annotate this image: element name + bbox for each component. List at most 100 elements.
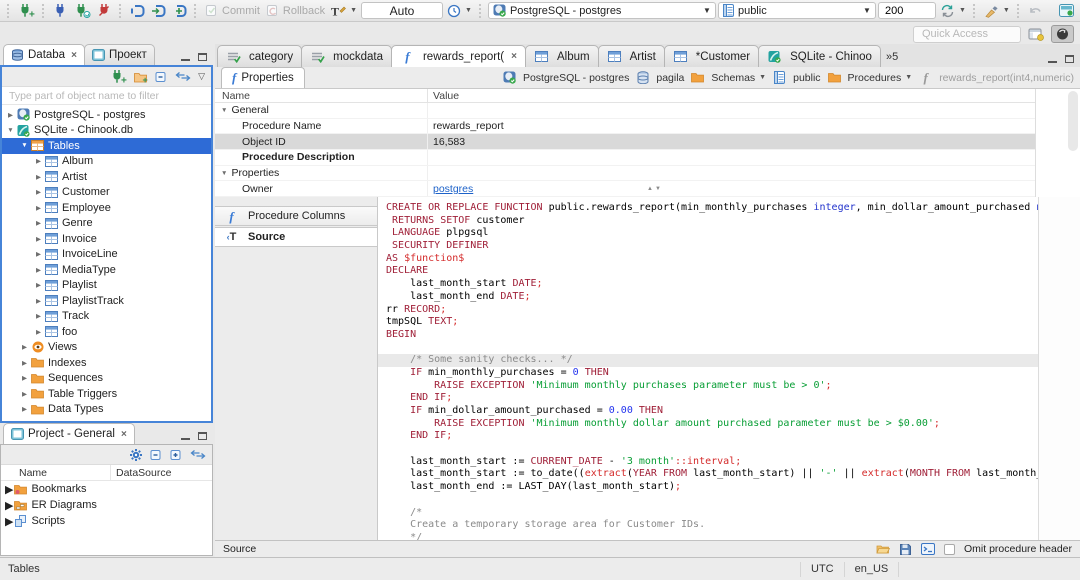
view-menu-icon[interactable]: ▽ [198,71,205,82]
active-connection-select[interactable]: PostgreSQL - postgres ▼ [487,2,716,19]
gear-icon[interactable] [129,448,143,462]
property-row-general[interactable]: ▼ General [215,103,1035,119]
quick-access-input[interactable] [913,25,1021,43]
breadcrumb-item-postgresql-postgres[interactable]: PostgreSQL - postgres [502,71,629,84]
expand-arrow-icon[interactable]: ▶ [33,204,44,212]
fetch-size-input[interactable] [877,2,936,19]
expand-arrow-icon[interactable]: ▶ [33,173,44,181]
tree-item-views[interactable]: ▶ Views [2,340,211,356]
open-in-sql-console-icon[interactable] [921,543,936,555]
rollback-button[interactable]: Rollback [264,1,327,20]
refresh-button[interactable]: ▼ [938,1,968,20]
tab-project-general[interactable]: Project - General × [3,423,135,444]
maximize-icon[interactable] [1065,55,1074,63]
new-connection-button[interactable]: + [16,1,37,20]
breadcrumb-item-procedures[interactable]: Procedures ▼ [827,71,912,84]
collapse-all-icon[interactable] [155,71,168,83]
save-to-file-icon[interactable] [899,543,912,556]
tree-item-foo[interactable]: ▶ foo [2,324,211,340]
tree-item-tables[interactable]: ▼ Tables [2,138,211,154]
tree-item-customer[interactable]: ▶ Customer [2,185,211,201]
splitter-handle[interactable]: ▲▼ [647,186,663,192]
load-from-file-icon[interactable] [876,543,891,555]
property-row-procedure-description[interactable]: Procedure Description [215,150,1035,166]
expand-arrow-icon[interactable]: ▼ [5,127,16,134]
expand-arrow-icon[interactable]: ▶ [5,111,16,119]
dbeaver-perspective-button[interactable] [1051,25,1074,43]
editor-tab-album[interactable]: Album [524,45,599,67]
minimize-icon[interactable] [181,53,190,61]
editor-tab-rewards-report[interactable]: f rewards_report(× [390,45,526,67]
property-row-properties[interactable]: ▼ Properties [215,165,1035,182]
property-row-object-id[interactable]: Object ID 16,583 [215,134,1035,151]
chevron-down-icon[interactable]: ▼ [759,74,766,81]
tree-item-track[interactable]: ▶ Track [2,309,211,325]
column-datasource[interactable]: DataSource [111,467,171,479]
collapse-all-icon[interactable] [150,449,163,461]
tree-item-data-types[interactable]: ▶ Data Types [2,402,211,418]
tree-item-table-triggers[interactable]: ▶ Table Triggers [2,386,211,402]
tree-item-employee[interactable]: ▶ Employee [2,200,211,216]
tree-item-playlist[interactable]: ▶ Playlist [2,278,211,294]
tab-projects[interactable]: Проект [83,44,155,65]
expand-arrow-icon[interactable]: ▶ [33,157,44,165]
connect-button[interactable] [51,1,70,20]
expand-arrow-icon[interactable]: ▼ [19,142,30,149]
property-row-procedure-name[interactable]: Procedure Name rewards_report [215,118,1035,135]
breadcrumb-item-schemas[interactable]: Schemas ▼ [690,71,766,84]
tree-item-indexes[interactable]: ▶ Indexes [2,355,211,371]
expand-arrow-icon[interactable]: ▶ [33,219,44,227]
maximize-icon[interactable] [198,432,207,440]
link-with-editor-icon[interactable] [190,449,206,460]
object-filter-input[interactable] [2,87,211,105]
expand-all-icon[interactable] [170,449,183,461]
source-code-viewer[interactable]: CREATE OR REPLACE FUNCTION public.reward… [378,197,1038,540]
expand-arrow-icon[interactable]: ▶ [19,390,30,398]
editor-tab-category[interactable]: category [217,45,303,67]
side-tab-source[interactable]: ‹T Source [215,227,377,247]
expand-arrow-icon[interactable]: ▶ [33,328,44,336]
omit-header-checkbox[interactable] [944,543,956,555]
minimize-icon[interactable] [1048,55,1057,63]
format-button[interactable]: ▼ [982,1,1012,20]
property-value[interactable]: postgres [428,181,473,196]
maximize-icon[interactable] [198,53,207,61]
link-with-editor-icon[interactable] [175,71,191,82]
disconnect-button[interactable] [95,1,114,20]
expand-arrow-icon[interactable]: ▶ [33,266,44,274]
tab-overflow-indicator[interactable]: »5 [880,51,900,67]
close-icon[interactable]: × [121,429,127,440]
open-perspective-icon[interactable] [1028,27,1044,41]
close-icon[interactable]: × [71,50,77,61]
expand-arrow-icon[interactable]: ▶ [33,235,44,243]
reconnect-button[interactable] [72,1,93,20]
column-value[interactable]: Value [428,90,459,102]
expand-arrow-icon[interactable]: ▶ [19,359,30,367]
breadcrumb-item-public[interactable]: public [772,71,821,84]
expand-arrow-icon[interactable]: ▶ [5,515,13,528]
timezone-indicator[interactable]: UTC [800,561,845,577]
tree-item-sequences[interactable]: ▶ Sequences [2,371,211,387]
expand-arrow-icon[interactable]: ▶ [19,405,30,413]
tree-item-sqlite-chinook-db[interactable]: ▼ SQLite - Chinook.db [2,123,211,139]
breadcrumb-item-rewards-report-int4-numeric[interactable]: f rewards_report(int4,numeric) [918,71,1074,84]
editor-tab-artist[interactable]: Artist [597,45,665,67]
transaction-mode-button[interactable]: T ▼ [329,1,359,20]
editor-tab-sqlite-chinoo[interactable]: SQLite - Chinoo [758,45,881,67]
tree-item-playlisttrack[interactable]: ▶ PlaylistTrack [2,293,211,309]
column-name[interactable]: Name [215,89,428,102]
tree-item-album[interactable]: ▶ Album [2,154,211,170]
expand-arrow-icon[interactable]: ▶ [19,343,30,351]
expand-arrow-icon[interactable]: ▶ [33,250,44,258]
expand-arrow-icon[interactable]: ▶ [5,483,13,496]
tree-item-genre[interactable]: ▶ Genre [2,216,211,232]
new-folder-icon[interactable]: + [134,71,148,83]
commit-button[interactable]: Commit [203,1,262,20]
expand-arrow-icon[interactable]: ▶ [19,374,30,382]
project-item-scripts[interactable]: ▶ Scripts [1,513,212,529]
active-schema-select[interactable]: public ▼ [717,2,876,19]
project-item-er-diagrams[interactable]: ▶ ER Diagrams [1,497,212,513]
group-arrow-icon[interactable]: ▼ [221,170,227,177]
tree-item-artist[interactable]: ▶ Artist [2,169,211,185]
scrollbar-thumb[interactable] [1068,91,1078,151]
